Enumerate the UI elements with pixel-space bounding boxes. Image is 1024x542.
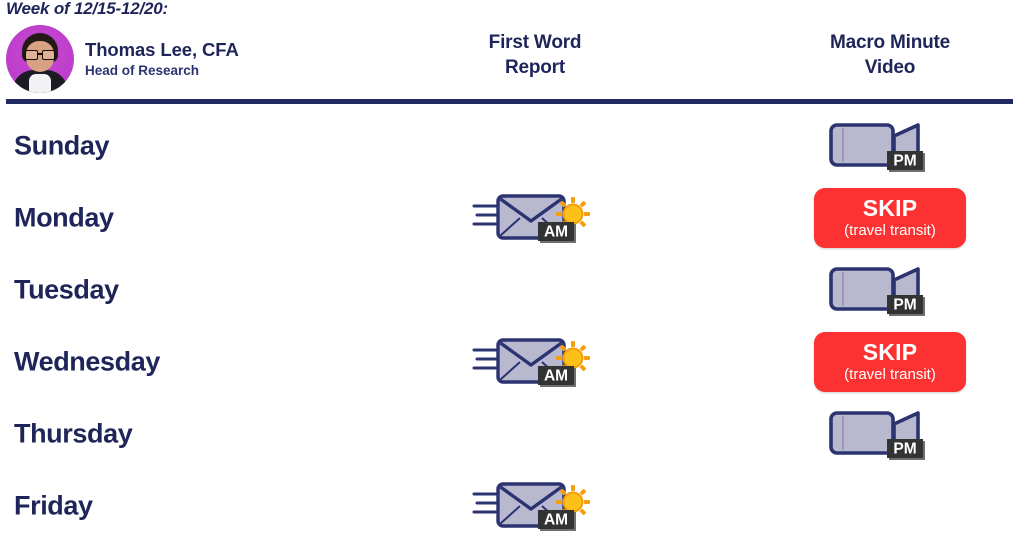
svg-text:PM: PM [893,297,916,314]
skip-main-label: SKIP [862,338,918,365]
cell-first-word-report [420,254,650,326]
cell-macro-minute-video: PM [770,398,1010,470]
skip-badge: SKIP (travel transit) [814,188,966,248]
video-camera-pm-icon: PM [823,406,957,462]
svg-text:PM: PM [893,441,916,458]
schedule-row: Sunday PM [0,110,1024,182]
person-header: Thomas Lee, CFA Head of Research [6,25,239,93]
header-divider [6,99,1013,104]
cell-first-word-report [420,110,650,182]
cell-macro-minute-video: SKIP (travel transit) [770,326,1010,398]
schedule-row: Tuesday PM [0,254,1024,326]
skip-sub-label: (travel transit) [844,366,936,384]
skip-main-label: SKIP [862,194,918,221]
day-label: Thursday [14,418,133,449]
column-header-line1: Macro Minute [829,32,951,53]
cell-macro-minute-video: SKIP (travel transit) [770,182,1010,254]
person-name: Thomas Lee, CFA [85,38,239,60]
cell-first-word-report [420,398,650,470]
column-header-macro-minute-video: Macro Minute Video [770,30,1010,81]
column-header-first-word-report: First Word Report [420,30,650,81]
day-label: Tuesday [14,274,119,305]
schedule-row: Friday AM [0,470,1024,542]
person-role: Head of Research [85,62,200,78]
skip-sub-label: (travel transit) [844,222,936,240]
schedule-row: Monday AM SKIP (travel transit) [0,182,1024,254]
day-label: Sunday [14,130,110,161]
schedule-row: Wednesday AM SKIP (travel transit) [0,326,1024,398]
cell-macro-minute-video: PM [770,110,1010,182]
envelope-am-icon: AM [472,478,598,534]
skip-badge: SKIP (travel transit) [814,332,966,392]
cell-macro-minute-video [770,470,1010,542]
svg-text:PM: PM [893,153,916,170]
svg-text:AM: AM [544,368,568,385]
envelope-am-icon: AM [472,334,598,390]
avatar [6,25,74,93]
schedule-row: Thursday PM [0,398,1024,470]
schedule-header: Thomas Lee, CFA Head of Research First W… [0,22,1024,100]
schedule-rows: Sunday PM Monday AM SKIP (travel transit… [0,110,1024,542]
cell-macro-minute-video: PM [770,254,1010,326]
cell-first-word-report: AM [420,182,650,254]
svg-text:AM: AM [544,512,568,529]
video-camera-pm-icon: PM [823,118,957,174]
svg-text:AM: AM [544,224,568,241]
column-header-line1: First Word [488,32,582,53]
cell-first-word-report: AM [420,326,650,398]
day-label: Monday [14,202,114,233]
envelope-am-icon: AM [472,190,598,246]
column-header-line2: Video [864,57,916,79]
cell-first-word-report: AM [420,470,650,542]
video-camera-pm-icon: PM [823,262,957,318]
day-label: Friday [14,490,93,521]
day-label: Wednesday [14,346,160,377]
column-header-line2: Report [504,57,566,79]
week-title: Week of 12/15-12/20: [6,0,168,18]
